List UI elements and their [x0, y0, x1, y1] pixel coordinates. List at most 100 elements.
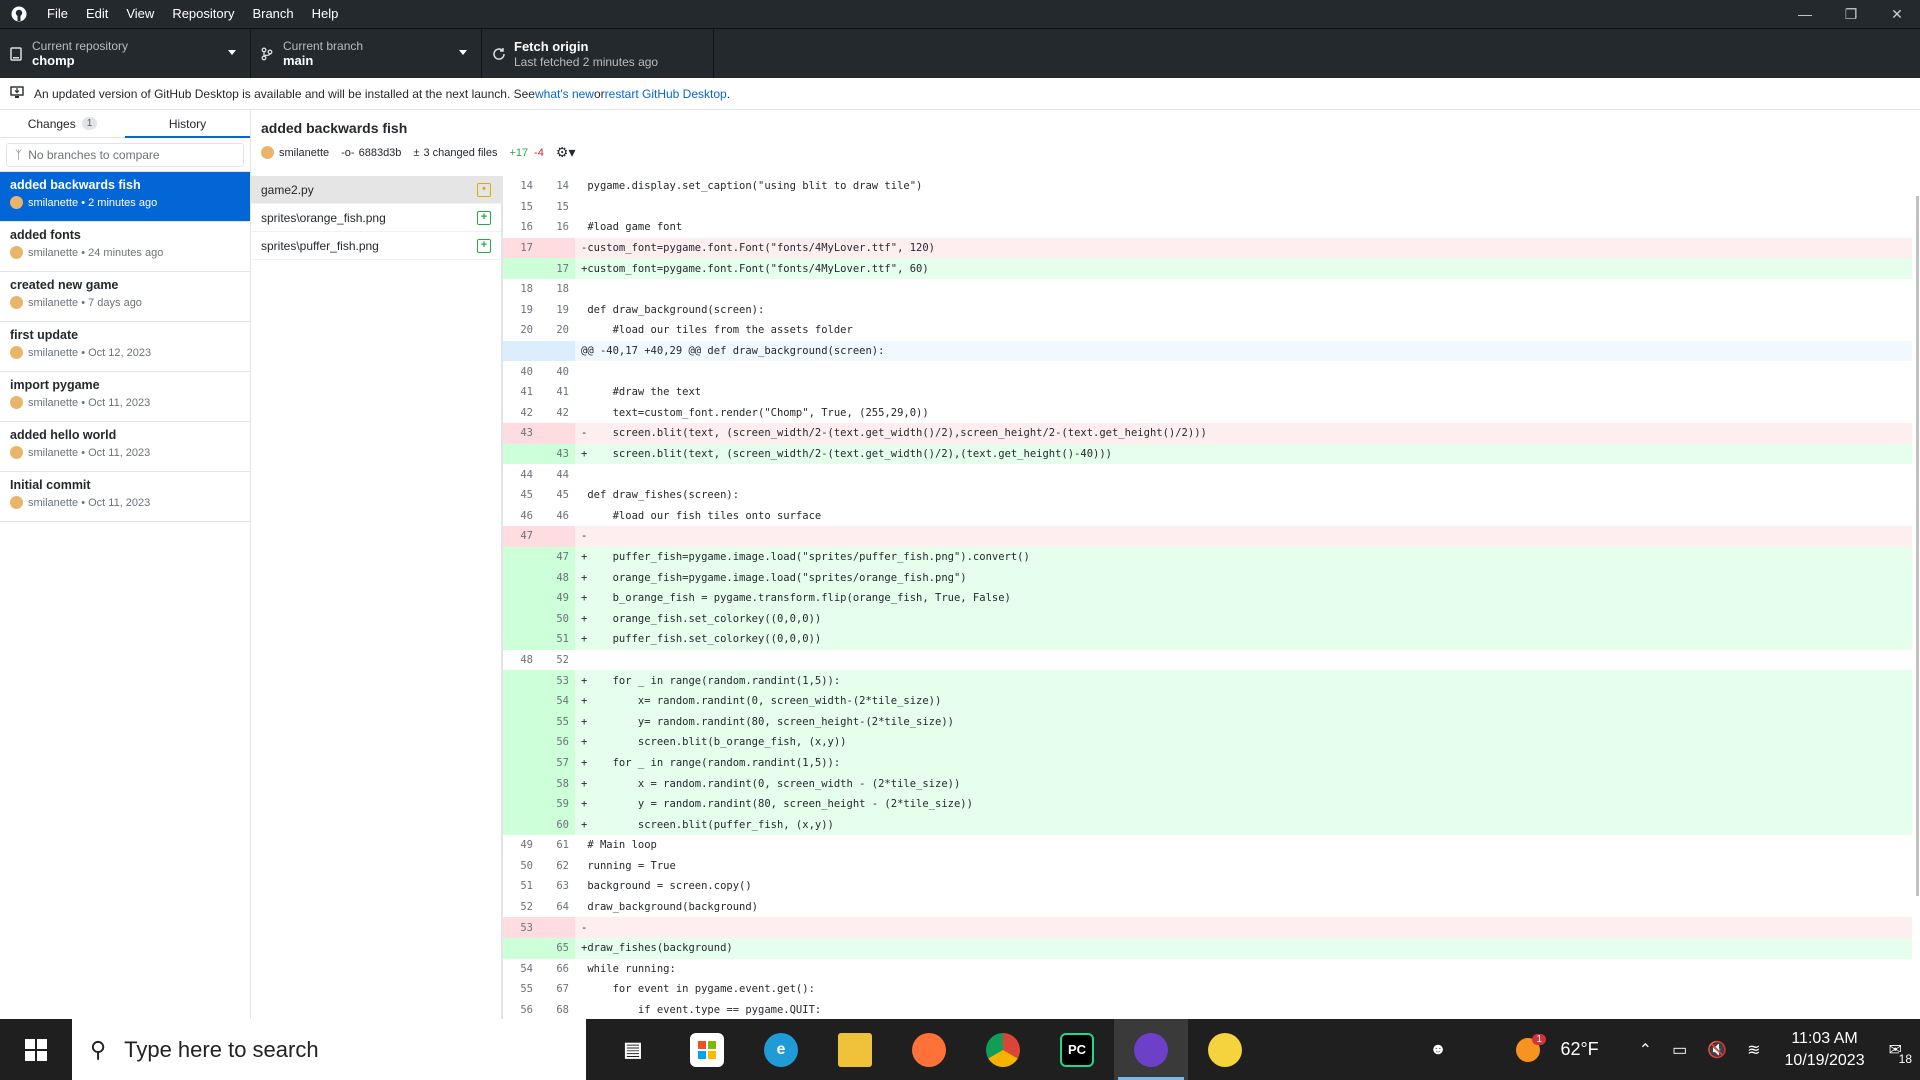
microsoft-store-icon[interactable]: [670, 1019, 744, 1080]
new-line-number[interactable]: [539, 423, 575, 444]
old-line-number[interactable]: [503, 937, 539, 959]
old-line-number[interactable]: [503, 567, 539, 588]
new-line-number[interactable]: 43: [539, 443, 575, 465]
new-line-number[interactable]: 15: [539, 197, 575, 218]
edge-icon[interactable]: e: [744, 1019, 818, 1080]
python-game-icon[interactable]: [1188, 1019, 1262, 1080]
wifi-icon[interactable]: ≋: [1747, 1040, 1760, 1060]
old-line-number[interactable]: [503, 443, 539, 465]
new-line-number[interactable]: 45: [539, 485, 575, 506]
old-line-number[interactable]: [503, 258, 539, 279]
new-line-number[interactable]: 18: [539, 279, 575, 300]
taskbar-clock[interactable]: 11:03 AM 10/19/2023: [1785, 1028, 1865, 1072]
old-line-number[interactable]: 18: [503, 279, 539, 300]
commit-item[interactable]: Initial commit smilanette • Oct 11, 2023: [0, 472, 250, 522]
commit-item[interactable]: added fonts smilanette • 24 minutes ago: [0, 222, 250, 272]
tab-history[interactable]: History: [125, 110, 250, 138]
new-line-number[interactable]: 42: [539, 403, 575, 424]
old-line-number[interactable]: 53: [503, 917, 539, 938]
branch-compare-input[interactable]: ᛉ No branches to compare: [6, 142, 244, 167]
old-line-number[interactable]: 47: [503, 526, 539, 547]
weather-icon[interactable]: 1: [1516, 1033, 1546, 1062]
new-line-number[interactable]: 56: [539, 732, 575, 753]
battery-icon[interactable]: ▭: [1672, 1040, 1687, 1060]
old-line-number[interactable]: [503, 814, 539, 835]
fetch-origin-button[interactable]: Fetch origin Last fetched 2 minutes ago: [482, 29, 714, 78]
old-line-number[interactable]: [503, 608, 539, 630]
new-line-number[interactable]: [539, 237, 575, 259]
old-line-number[interactable]: [503, 793, 539, 815]
file-item[interactable]: sprites\orange_fish.png +: [251, 204, 501, 232]
new-line-number[interactable]: 54: [539, 690, 575, 712]
commit-sha[interactable]: 6883d3b: [359, 147, 402, 159]
expand-icon[interactable]: [503, 340, 539, 362]
menu-help[interactable]: Help: [303, 0, 348, 28]
old-line-number[interactable]: [503, 670, 539, 691]
notification-center-icon[interactable]: ✉ 18: [1889, 1040, 1912, 1066]
new-line-number[interactable]: [539, 340, 575, 362]
old-line-number[interactable]: [503, 773, 539, 794]
old-line-number[interactable]: [503, 752, 539, 774]
task-view-icon[interactable]: ▤: [596, 1019, 670, 1080]
old-line-number[interactable]: 48: [503, 650, 539, 671]
new-line-number[interactable]: 19: [539, 300, 575, 321]
old-line-number[interactable]: 16: [503, 217, 539, 238]
firefox-icon[interactable]: [892, 1019, 966, 1080]
new-line-number[interactable]: 46: [539, 506, 575, 527]
new-line-number[interactable]: 48: [539, 567, 575, 588]
old-line-number[interactable]: 41: [503, 382, 539, 403]
new-line-number[interactable]: [539, 526, 575, 547]
old-line-number[interactable]: 52: [503, 897, 539, 918]
new-line-number[interactable]: 59: [539, 793, 575, 815]
commit-item[interactable]: first update smilanette • Oct 12, 2023: [0, 322, 250, 372]
new-line-number[interactable]: 14: [539, 176, 575, 197]
people-icon[interactable]: ☻: [1430, 1041, 1447, 1059]
old-line-number[interactable]: 40: [503, 361, 539, 382]
old-line-number[interactable]: 49: [503, 835, 539, 856]
old-line-number[interactable]: [503, 546, 539, 568]
old-line-number[interactable]: 14: [503, 176, 539, 197]
restore-icon[interactable]: ❐: [1828, 0, 1874, 28]
new-line-number[interactable]: 63: [539, 876, 575, 897]
diff-scrollbar[interactable]: [1912, 196, 1920, 1019]
old-line-number[interactable]: 46: [503, 506, 539, 527]
windows-start-button[interactable]: [0, 1019, 72, 1080]
file-item[interactable]: game2.py •: [251, 176, 501, 204]
whats-new-link[interactable]: what's new: [535, 87, 594, 101]
volume-muted-icon[interactable]: 🔇: [1707, 1040, 1727, 1060]
old-line-number[interactable]: 43: [503, 423, 539, 444]
old-line-number[interactable]: 17: [503, 237, 539, 259]
new-line-number[interactable]: 40: [539, 361, 575, 382]
new-line-number[interactable]: 58: [539, 773, 575, 794]
new-line-number[interactable]: 66: [539, 959, 575, 980]
new-line-number[interactable]: 55: [539, 711, 575, 733]
menu-branch[interactable]: Branch: [243, 0, 302, 28]
chrome-icon[interactable]: [966, 1019, 1040, 1080]
old-line-number[interactable]: 45: [503, 485, 539, 506]
new-line-number[interactable]: 50: [539, 608, 575, 630]
menu-file[interactable]: File: [38, 0, 77, 28]
menu-edit[interactable]: Edit: [77, 0, 117, 28]
new-line-number[interactable]: 52: [539, 650, 575, 671]
old-line-number[interactable]: 44: [503, 464, 539, 485]
new-line-number[interactable]: 20: [539, 320, 575, 341]
old-line-number[interactable]: [503, 629, 539, 650]
old-line-number[interactable]: [503, 690, 539, 712]
new-line-number[interactable]: 60: [539, 814, 575, 835]
old-line-number[interactable]: 42: [503, 403, 539, 424]
old-line-number[interactable]: 56: [503, 1000, 539, 1019]
diff-hunk-header[interactable]: @@ -40,17 +40,29 @@ def draw_background(…: [503, 340, 1912, 362]
close-icon[interactable]: ✕: [1874, 0, 1920, 28]
new-line-number[interactable]: 67: [539, 979, 575, 1000]
file-item[interactable]: sprites\puffer_fish.png +: [251, 232, 501, 260]
new-line-number[interactable]: 62: [539, 856, 575, 877]
new-line-number[interactable]: 64: [539, 897, 575, 918]
new-line-number[interactable]: 53: [539, 670, 575, 691]
menu-repository[interactable]: Repository: [163, 0, 243, 28]
commit-item[interactable]: created new game smilanette • 7 days ago: [0, 272, 250, 322]
scrollbar-thumb[interactable]: [1916, 196, 1919, 896]
new-line-number[interactable]: 41: [539, 382, 575, 403]
gear-icon[interactable]: ⚙▾: [556, 144, 576, 161]
restart-link[interactable]: restart GitHub Desktop: [605, 87, 727, 101]
old-line-number[interactable]: 54: [503, 959, 539, 980]
